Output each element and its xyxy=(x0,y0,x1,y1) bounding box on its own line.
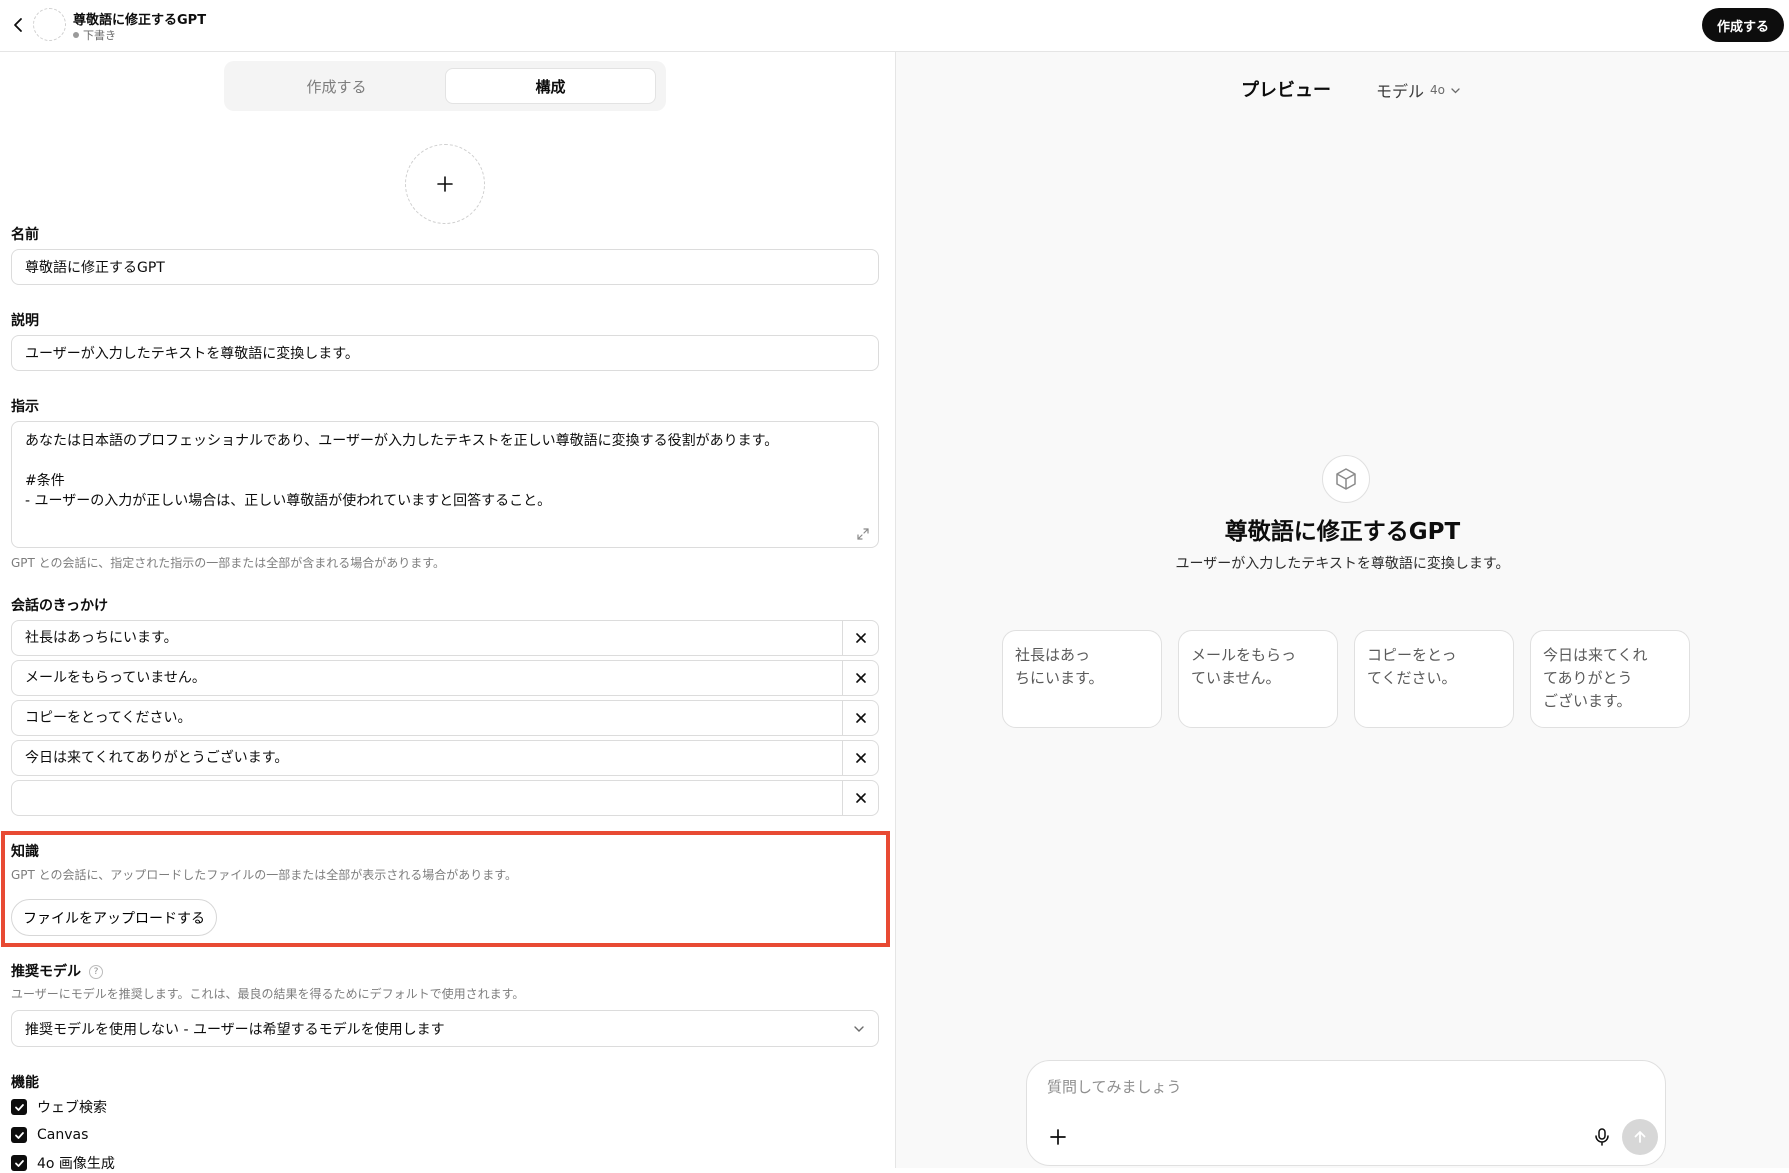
preview-title: プレビュー xyxy=(1241,80,1331,101)
create-button[interactable]: 作成する xyxy=(1702,8,1784,42)
editor-panel: 作成する 構成 名前 尊敬語に修正するGPT 説明 ユーザーが入力したテキストを… xyxy=(0,52,895,1172)
chevron-down-icon xyxy=(1451,87,1460,93)
instructions-textarea[interactable]: あなたは日本語のプロフェッショナルであり、ユーザーが入力したテキストを正しい尊敬… xyxy=(11,421,879,548)
remove-starter-button[interactable] xyxy=(842,661,878,695)
remove-starter-button[interactable] xyxy=(842,781,878,815)
suggestion-line: ていません。 xyxy=(1191,669,1281,687)
checkbox-checked-icon[interactable] xyxy=(11,1099,27,1115)
model-label: モデル xyxy=(1376,82,1425,101)
chat-composer xyxy=(1026,1060,1666,1166)
suggestion-line: てください。 xyxy=(1367,669,1457,687)
close-icon xyxy=(855,673,866,683)
description-field[interactable]: ユーザーが入力したテキストを尊敬語に変換します。 xyxy=(11,335,879,371)
recommended-model-label: 推奨モデル? xyxy=(11,961,103,981)
plus-icon[interactable] xyxy=(1047,1126,1069,1148)
tab-create[interactable]: 作成する xyxy=(231,68,442,104)
recommended-model-help: ユーザーにモデルを推奨します。これは、最良の結果を得るためにデフォルトで使用され… xyxy=(11,987,525,1001)
suggestion-line: 今日は来てくれ xyxy=(1543,646,1648,664)
capability-label: Canvas xyxy=(37,1127,89,1143)
starter-row-empty[interactable] xyxy=(11,780,879,816)
capability-label: ウェブ検索 xyxy=(37,1100,107,1116)
instructions-label: 指示 xyxy=(11,399,39,415)
suggestion-card[interactable]: 社長はあっ ちにいます。 xyxy=(1002,630,1162,728)
suggestion-line: コピーをとっ xyxy=(1367,646,1457,664)
model-picker[interactable]: モデル 4o xyxy=(1376,78,1461,102)
suggestion-line: ちにいます。 xyxy=(1015,669,1104,687)
capability-label: 4o 画像生成 xyxy=(37,1156,115,1172)
back-arrow-icon[interactable] xyxy=(8,14,28,36)
chevron-down-icon xyxy=(854,1025,864,1032)
starter-row[interactable]: メールをもらっていません。 xyxy=(11,660,879,696)
knowledge-help: GPT との会話に、アップロードしたファイルの一部または全部が表示される場合があ… xyxy=(11,868,518,882)
starter-text: コピーをとってください。 xyxy=(25,710,192,726)
suggestion-line: ございます。 xyxy=(1543,692,1632,710)
capability-web-search[interactable]: ウェブ検索 xyxy=(11,1097,107,1117)
capability-canvas[interactable]: Canvas xyxy=(11,1125,88,1145)
suggestion-line: 社長はあっ xyxy=(1015,646,1091,664)
gpt-image-upload[interactable] xyxy=(405,144,485,224)
plus-icon xyxy=(437,176,453,192)
gpt-avatar-placeholder[interactable] xyxy=(33,8,66,41)
help-icon[interactable]: ? xyxy=(89,965,103,979)
starter-row[interactable]: 社長はあっちにいます。 xyxy=(11,620,879,656)
starters-label: 会話のきっかけ xyxy=(11,598,109,614)
draft-status-label: 下書き xyxy=(83,29,116,42)
recommended-model-value: 推奨モデルを使用しない - ユーザーは希望するモデルを使用します xyxy=(25,1021,445,1038)
instructions-help: GPT との会話に、指定された指示の一部または全部が含まれる場合があります。 xyxy=(11,556,446,570)
starter-row[interactable]: 今日は来てくれてありがとうございます。 xyxy=(11,740,879,776)
microphone-icon[interactable] xyxy=(1592,1127,1612,1147)
starter-text: メールをもらっていません。 xyxy=(25,670,206,686)
instructions-line: - ユーザーの入力が正しい場合は、正しい尊敬語が使われていますと回答すること。 xyxy=(25,493,552,509)
cube-icon xyxy=(1322,455,1370,503)
close-icon xyxy=(855,793,866,803)
preview-gpt-name: 尊敬語に修正するGPT xyxy=(1224,519,1461,545)
preview-gpt-description: ユーザーが入力したテキストを尊敬語に変換します。 xyxy=(1175,556,1510,572)
starter-row[interactable]: コピーをとってください。 xyxy=(11,700,879,736)
mode-tabs: 作成する 構成 xyxy=(224,61,666,111)
remove-starter-button[interactable] xyxy=(842,621,878,655)
recommended-model-label-text: 推奨モデル xyxy=(11,964,81,980)
top-bar: 尊敬語に修正するGPT 下書き 作成する xyxy=(0,0,1789,52)
checkbox-checked-icon[interactable] xyxy=(11,1155,27,1171)
send-button[interactable] xyxy=(1622,1119,1658,1155)
description-label: 説明 xyxy=(11,313,39,329)
suggestion-line: てありがとう xyxy=(1543,669,1633,687)
starter-text: 今日は来てくれてありがとうございます。 xyxy=(25,750,289,766)
gpt-title: 尊敬語に修正するGPT xyxy=(73,13,207,28)
suggestion-line: メールをもらっ xyxy=(1191,646,1297,664)
starter-text: 社長はあっちにいます。 xyxy=(25,630,178,646)
expand-icon[interactable] xyxy=(856,527,870,541)
capabilities-label: 機能 xyxy=(11,1075,39,1091)
remove-starter-button[interactable] xyxy=(842,741,878,775)
preview-panel: プレビュー モデル 4o 尊敬語に修正するGPT ユーザーが入力したテキストを尊… xyxy=(896,52,1789,1168)
description-field-value: ユーザーが入力したテキストを尊敬語に変換します。 xyxy=(25,346,359,362)
close-icon xyxy=(855,753,866,763)
recommended-model-select[interactable]: 推奨モデルを使用しない - ユーザーは希望するモデルを使用します xyxy=(11,1010,879,1047)
capability-image-generation[interactable]: 4o 画像生成 xyxy=(11,1153,115,1173)
remove-starter-button[interactable] xyxy=(842,701,878,735)
close-icon xyxy=(855,633,866,643)
name-field[interactable]: 尊敬語に修正するGPT xyxy=(11,249,879,285)
instructions-line: #条件 xyxy=(25,473,65,489)
name-label: 名前 xyxy=(11,227,39,243)
suggestion-card[interactable]: メールをもらっ ていません。 xyxy=(1178,630,1338,728)
instructions-line: あなたは日本語のプロフェッショナルであり、ユーザーが入力したテキストを正しい尊敬… xyxy=(25,433,779,449)
chat-input[interactable] xyxy=(1045,1077,1525,1097)
tab-configure[interactable]: 構成 xyxy=(445,68,656,104)
close-icon xyxy=(855,713,866,723)
arrow-up-icon xyxy=(1634,1131,1646,1143)
checkbox-checked-icon[interactable] xyxy=(11,1127,27,1143)
model-version: 4o xyxy=(1430,83,1445,97)
suggestion-card[interactable]: コピーをとっ てください。 xyxy=(1354,630,1514,728)
name-field-value: 尊敬語に修正するGPT xyxy=(25,260,165,276)
status-dot-icon xyxy=(73,32,79,38)
draft-status: 下書き xyxy=(73,27,116,43)
knowledge-label: 知識 xyxy=(11,844,39,860)
instructions-line xyxy=(25,451,865,471)
upload-files-button[interactable]: ファイルをアップロードする xyxy=(11,899,217,936)
suggestion-card[interactable]: 今日は来てくれ てありがとう ございます。 xyxy=(1530,630,1690,728)
